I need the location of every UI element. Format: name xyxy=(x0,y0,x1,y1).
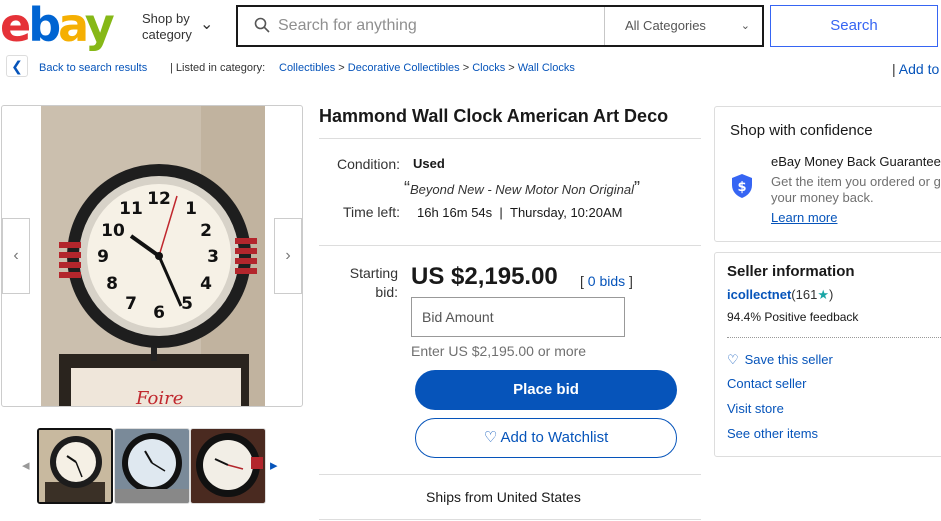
svg-text:10: 10 xyxy=(101,221,125,241)
divider xyxy=(319,138,701,139)
search-button[interactable]: Search xyxy=(770,5,938,47)
breadcrumb-item-collectibles[interactable]: Collectibles xyxy=(279,62,335,74)
heart-icon: ♡ xyxy=(727,352,739,367)
seller-name-link[interactable]: icollectnet xyxy=(727,287,791,302)
money-back-title: eBay Money Back Guarantee xyxy=(771,154,941,169)
visit-store-link[interactable]: Visit store xyxy=(727,401,784,416)
breadcrumb-item-decorative[interactable]: Decorative Collectibles xyxy=(348,62,460,74)
thumbnail-3[interactable] xyxy=(190,428,266,504)
place-bid-button[interactable]: Place bid xyxy=(415,370,677,410)
thumbnail-1[interactable] xyxy=(37,428,113,504)
category-select-value: All Categories xyxy=(625,18,706,33)
condition-label: Condition: xyxy=(336,156,400,172)
breadcrumb-item-clocks[interactable]: Clocks xyxy=(472,62,505,74)
shop-by-category-button[interactable]: Shop by category ⌄ xyxy=(142,11,213,43)
thumbnail-strip: ◂ ▸ xyxy=(0,428,300,504)
see-other-items-link[interactable]: See other items xyxy=(727,426,818,441)
learn-more-link[interactable]: Learn more xyxy=(771,210,837,225)
svg-text:2: 2 xyxy=(200,221,212,241)
chevron-left-icon: ❮ xyxy=(11,58,23,74)
svg-text:4: 4 xyxy=(200,274,212,294)
feedback-score[interactable]: (161★) xyxy=(791,287,833,302)
bids-link[interactable]: 0 bids xyxy=(588,273,625,289)
svg-text:3: 3 xyxy=(207,247,219,267)
svg-text:Foire: Foire xyxy=(135,388,183,406)
ships-from-text: Ships from United States xyxy=(426,489,581,505)
time-left-value: 16h 16m 54s | Thursday, 10:20AM xyxy=(417,205,623,220)
chevron-left-icon: ‹ xyxy=(13,247,19,264)
next-image-button[interactable]: › xyxy=(274,218,302,294)
money-back-desc: Get the item you ordered or get your mone… xyxy=(771,174,941,205)
category-select[interactable]: All Categories ⌄ xyxy=(604,7,764,45)
breadcrumb: Collectibles > Decorative Collectibles >… xyxy=(279,62,575,74)
shop-by-line1: Shop by category xyxy=(142,11,192,42)
svg-text:5: 5 xyxy=(181,294,193,314)
condition-value: Used xyxy=(413,156,445,171)
svg-text:12: 12 xyxy=(147,189,171,209)
search-input[interactable] xyxy=(278,11,598,41)
svg-text:11: 11 xyxy=(119,199,143,219)
heart-icon: ♡ xyxy=(483,429,498,446)
ebay-logo[interactable]: ebay xyxy=(0,0,115,50)
svg-text:8: 8 xyxy=(106,274,118,294)
divider xyxy=(727,337,941,338)
bids-count: [ 0 bids ] xyxy=(580,273,633,289)
svg-text:9: 9 xyxy=(97,247,109,267)
save-seller-link[interactable]: ♡ Save this seller xyxy=(727,352,833,368)
divider xyxy=(319,519,701,520)
back-to-search-link[interactable]: Back to search results xyxy=(39,62,147,74)
add-to-watchlist-button[interactable]: ♡ Add to Watchlist xyxy=(415,418,677,458)
add-to-link[interactable]: | Add to xyxy=(892,61,939,77)
seller-name-row: icollectnet(161★) xyxy=(727,287,833,303)
shop-with-confidence-card: Shop with confidence $ eBay Money Back G… xyxy=(714,106,941,242)
positive-feedback: 94.4% Positive feedback xyxy=(727,310,859,324)
search-bar: All Categories ⌄ xyxy=(236,5,764,47)
seller-information-card: Seller information icollectnet(161★) 94.… xyxy=(714,252,941,457)
thumbnail-2[interactable] xyxy=(114,428,190,504)
svg-text:1: 1 xyxy=(185,199,197,219)
svg-text:6: 6 xyxy=(153,303,165,323)
listed-in-label: | Listed in category: xyxy=(170,62,266,74)
item-price: US $2,195.00 xyxy=(411,263,558,290)
breadcrumb-item-wall-clocks[interactable]: Wall Clocks xyxy=(518,62,575,74)
svg-text:7: 7 xyxy=(125,294,137,314)
svg-text:$: $ xyxy=(737,180,746,195)
bid-hint: Enter US $2,195.00 or more xyxy=(411,343,587,359)
chevron-down-icon: ⌄ xyxy=(200,16,214,33)
star-icon: ★ xyxy=(817,287,829,302)
seller-title: Seller information xyxy=(727,263,855,280)
chevron-down-icon: ⌄ xyxy=(740,20,750,32)
main-image-panel: Foire 12 1 2 3 4567 8 9 10 11 ‹ › xyxy=(1,105,303,407)
contact-seller-link[interactable]: Contact seller xyxy=(727,376,806,391)
divider xyxy=(319,474,701,475)
confidence-title: Shop with confidence xyxy=(730,122,873,139)
search-icon xyxy=(254,17,270,33)
chevron-right-icon: › xyxy=(285,247,291,264)
shield-dollar-icon: $ xyxy=(732,174,752,198)
thumbs-next-icon[interactable]: ▸ xyxy=(270,456,278,474)
prev-image-button[interactable]: ‹ xyxy=(2,218,30,294)
bid-amount-input[interactable] xyxy=(411,297,625,337)
condition-quote: “Beyond New - New Motor Non Original” xyxy=(404,178,640,198)
main-product-image[interactable]: Foire 12 1 2 3 4567 8 9 10 11 xyxy=(41,106,265,406)
time-left-label: Time left: xyxy=(342,204,400,220)
back-button[interactable]: ❮ xyxy=(6,55,28,77)
starting-bid-label: Starting bid: xyxy=(349,265,398,300)
divider xyxy=(319,245,701,246)
thumbs-prev-icon[interactable]: ◂ xyxy=(22,456,30,474)
item-title: Hammond Wall Clock American Art Deco xyxy=(319,106,669,126)
